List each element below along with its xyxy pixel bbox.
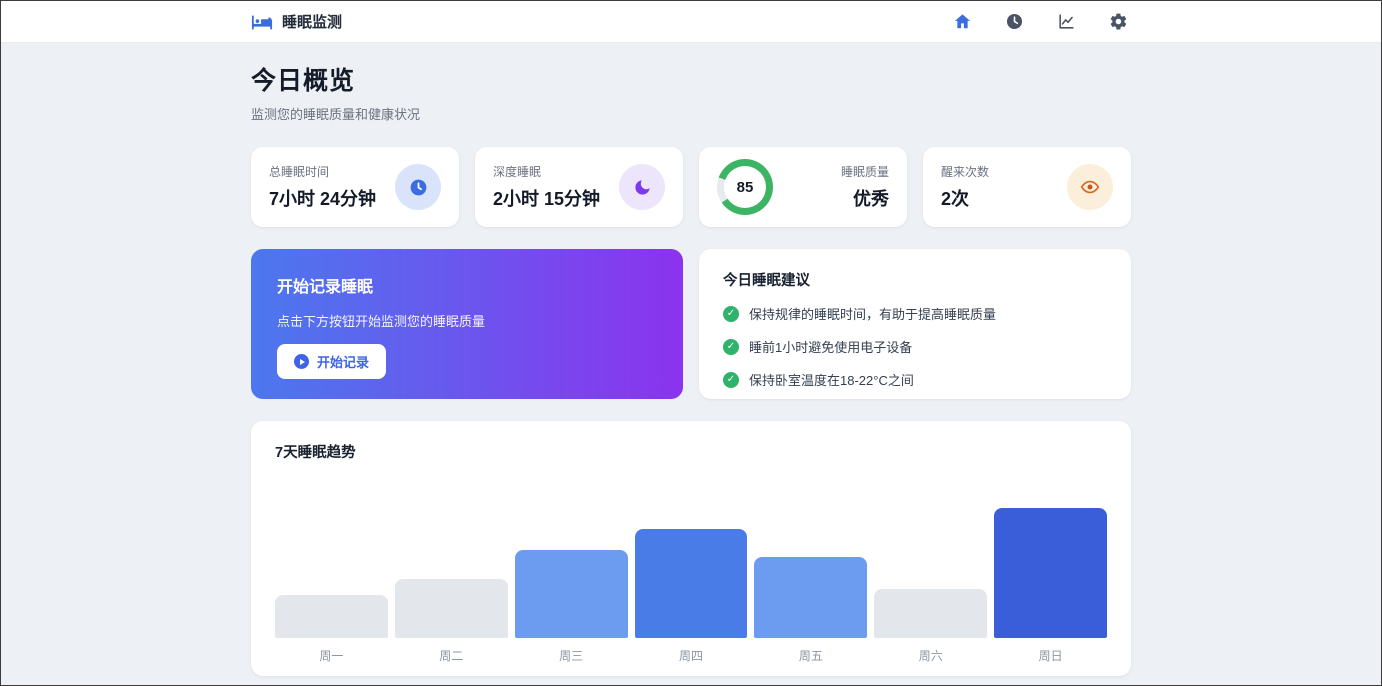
check-icon: ✓ xyxy=(723,372,739,388)
bed-logo-icon xyxy=(251,11,273,33)
chart-bar-周五[interactable] xyxy=(754,557,867,638)
stat-label: 醒来次数 xyxy=(941,163,989,180)
chart-bar-slot xyxy=(994,474,1107,638)
moon-icon xyxy=(619,164,665,210)
start-record-button-label: 开始记录 xyxy=(317,352,369,371)
deep-sleep-card: 深度睡眠 2小时 15分钟 xyxy=(475,147,683,227)
chart-bar-周六[interactable] xyxy=(874,589,987,638)
chart-bar-周一[interactable] xyxy=(275,595,388,638)
home-icon[interactable] xyxy=(949,9,975,35)
record-card-desc: 点击下方按钮开始监测您的睡眠质量 xyxy=(277,311,657,330)
sleep-trend-chart-card: 7天睡眠趋势 周一周二周三周四周五周六周日 xyxy=(251,421,1131,676)
history-clock-icon[interactable] xyxy=(1001,9,1027,35)
page-title: 今日概览 xyxy=(251,61,1131,97)
bar-label: 周日 xyxy=(994,647,1107,664)
stat-label: 深度睡眠 xyxy=(493,163,600,180)
start-record-card: 开始记录睡眠 点击下方按钮开始监测您的睡眠质量 开始记录 xyxy=(251,249,683,399)
stat-value: 7小时 24分钟 xyxy=(269,185,376,211)
app-brand[interactable]: 睡眠监测 xyxy=(251,11,342,33)
play-icon xyxy=(294,354,309,369)
tips-title: 今日睡眠建议 xyxy=(723,269,1107,290)
chart-bar-slot xyxy=(754,474,867,638)
bar-label: 周六 xyxy=(874,647,987,664)
tip-item: ✓ 保持规律的睡眠时间，有助于提高睡眠质量 xyxy=(723,304,1107,323)
stat-label: 总睡眠时间 xyxy=(269,163,376,180)
stat-value: 优秀 xyxy=(841,185,889,211)
chart-title: 7天睡眠趋势 xyxy=(275,441,1107,462)
chart-bar-slot xyxy=(395,474,508,638)
check-icon: ✓ xyxy=(723,339,739,355)
chart-bar-slot xyxy=(275,474,388,638)
bar-label: 周一 xyxy=(275,647,388,664)
trend-chart-icon[interactable] xyxy=(1053,9,1079,35)
sleep-quality-card: 85 睡眠质量 优秀 xyxy=(699,147,907,227)
stats-row: 总睡眠时间 7小时 24分钟 深度睡眠 2小时 15分钟 85 睡眠质量 优秀 xyxy=(251,147,1131,227)
tip-item: ✓ 保持卧室温度在18-22°C之间 xyxy=(723,370,1107,389)
eye-icon xyxy=(1067,164,1113,210)
chart-bar-周三[interactable] xyxy=(515,550,628,638)
bar-chart xyxy=(275,474,1107,638)
sleep-tips-card: 今日睡眠建议 ✓ 保持规律的睡眠时间，有助于提高睡眠质量 ✓ 睡前1小时避免使用电子设… xyxy=(699,249,1131,399)
tips-list: ✓ 保持规律的睡眠时间，有助于提高睡眠质量 ✓ 睡前1小时避免使用电子设备 ✓ 保持卧室温… xyxy=(723,304,1107,389)
tip-text: 保持规律的睡眠时间，有助于提高睡眠质量 xyxy=(749,304,996,323)
clock-icon xyxy=(395,164,441,210)
bar-label: 周二 xyxy=(395,647,508,664)
quality-progress-ring: 85 xyxy=(717,159,773,215)
start-record-button[interactable]: 开始记录 xyxy=(277,344,386,379)
stat-label: 睡眠质量 xyxy=(841,163,889,180)
page-header: 今日概览 监测您的睡眠质量和健康状况 xyxy=(251,43,1131,123)
check-icon: ✓ xyxy=(723,306,739,322)
chart-bar-slot xyxy=(515,474,628,638)
tip-text: 睡前1小时避免使用电子设备 xyxy=(749,337,912,356)
app-title: 睡眠监测 xyxy=(282,11,342,32)
tip-text: 保持卧室温度在18-22°C之间 xyxy=(749,370,914,389)
top-navbar: 睡眠监测 xyxy=(1,1,1381,43)
chart-bar-slot xyxy=(874,474,987,638)
total-sleep-card: 总睡眠时间 7小时 24分钟 xyxy=(251,147,459,227)
nav-icon-group xyxy=(949,9,1131,35)
bar-chart-labels: 周一周二周三周四周五周六周日 xyxy=(275,647,1107,664)
tip-item: ✓ 睡前1小时避免使用电子设备 xyxy=(723,337,1107,356)
chart-bar-周二[interactable] xyxy=(395,579,508,638)
wake-count-card: 醒来次数 2次 xyxy=(923,147,1131,227)
chart-bar-周日[interactable] xyxy=(994,508,1107,638)
page-subtitle: 监测您的睡眠质量和健康状况 xyxy=(251,104,1131,123)
bar-label: 周四 xyxy=(635,647,748,664)
bar-label: 周五 xyxy=(754,647,867,664)
record-card-title: 开始记录睡眠 xyxy=(277,273,657,297)
quality-score: 85 xyxy=(724,166,766,208)
stat-value: 2小时 15分钟 xyxy=(493,185,600,211)
chart-bar-周四[interactable] xyxy=(635,529,748,638)
bar-label: 周三 xyxy=(515,647,628,664)
settings-gear-icon[interactable] xyxy=(1105,9,1131,35)
main-content: 今日概览 监测您的睡眠质量和健康状况 总睡眠时间 7小时 24分钟 深度睡眠 2… xyxy=(251,43,1131,676)
middle-row: 开始记录睡眠 点击下方按钮开始监测您的睡眠质量 开始记录 今日睡眠建议 ✓ 保持规… xyxy=(251,249,1131,399)
stat-value: 2次 xyxy=(941,185,989,211)
chart-bar-slot xyxy=(635,474,748,638)
